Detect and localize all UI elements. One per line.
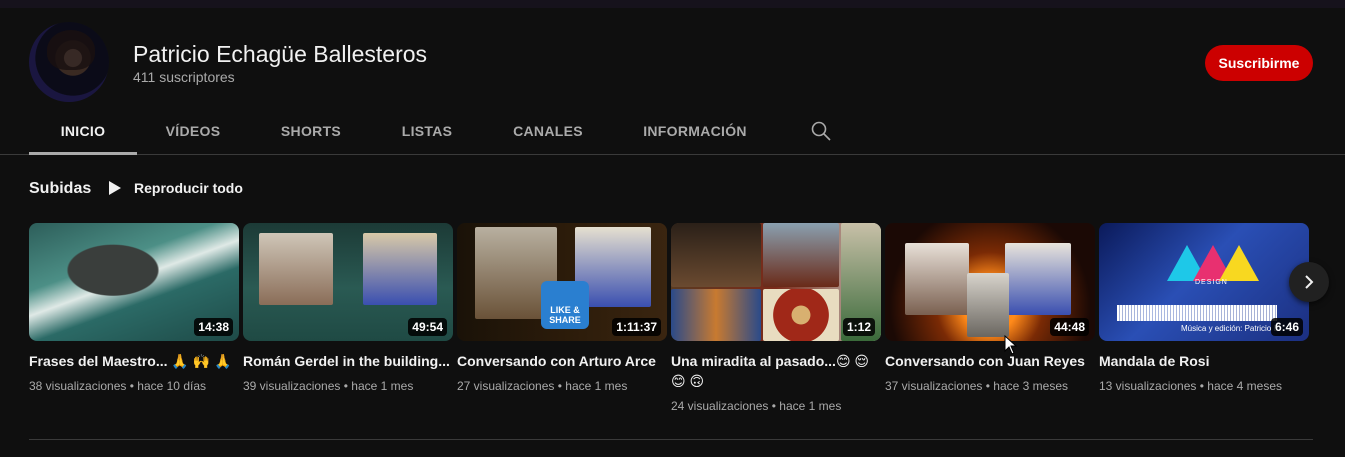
video-title[interactable]: Una miradita al pasado...😊 😌 😊 🙃	[671, 351, 881, 391]
video-age: hace 4 meses	[1207, 379, 1282, 393]
video-views: 38 visualizaciones	[29, 379, 127, 393]
video-views: 39 visualizaciones	[243, 379, 341, 393]
meta-separator: •	[343, 379, 348, 393]
thumbnail-caption: Música y edición: Patricio E	[1181, 324, 1279, 333]
video-card[interactable]: 1:12 Una miradita al pasado...😊 😌 😊 🙃 24…	[671, 223, 881, 415]
thumbnail-panel	[259, 233, 333, 305]
subscribe-button[interactable]: Suscribirme	[1205, 45, 1313, 81]
video-meta: 38 visualizaciones • hace 10 días	[29, 377, 239, 395]
thumbnail-panel	[763, 223, 839, 287]
meta-separator: •	[985, 379, 990, 393]
video-meta: 37 visualizaciones • hace 3 meses	[885, 377, 1095, 395]
like-share-badge: LIKE & SHARE	[541, 281, 589, 329]
thumbnail-panel	[671, 289, 761, 341]
thumbnail-panel	[905, 243, 969, 315]
top-strip	[0, 0, 1345, 8]
video-card[interactable]: LIKE & SHARE 1:11:37 Conversando con Art…	[457, 223, 667, 395]
search-icon[interactable]	[809, 119, 833, 143]
channel-header: Patricio Echagüe Ballesteros 411 suscrip…	[0, 8, 1345, 108]
channel-name: Patricio Echagüe Ballesteros	[133, 41, 428, 67]
tab-inicio[interactable]: INICIO	[29, 108, 137, 155]
tab-listas[interactable]: LISTAS	[391, 108, 463, 154]
channel-tabs: INICIO VÍDEOS SHORTS LISTAS CANALES INFO…	[0, 108, 1345, 155]
design-logo-text: DESIGN	[1195, 279, 1228, 286]
mouse-cursor-icon	[1004, 335, 1018, 355]
tab-informacion[interactable]: INFORMACIÓN	[632, 108, 758, 154]
video-views: 24 visualizaciones	[671, 399, 769, 413]
video-title[interactable]: Conversando con Arturo Arce	[457, 351, 667, 371]
video-meta: 27 visualizaciones • hace 1 mes	[457, 377, 667, 395]
video-age: hace 1 mes	[351, 379, 414, 393]
video-meta: 13 visualizaciones • hace 4 meses	[1099, 377, 1309, 395]
video-title[interactable]: Román Gerdel in the building...	[243, 351, 453, 371]
play-all-label: Reproducir todo	[134, 180, 243, 196]
video-duration: 1:12	[842, 318, 875, 336]
video-meta: 39 visualizaciones • hace 1 mes	[243, 377, 453, 395]
thumbnail-panel	[763, 289, 839, 341]
tab-videos[interactable]: VÍDEOS	[155, 108, 231, 154]
play-icon	[109, 181, 121, 195]
video-age: hace 1 mes	[779, 399, 842, 413]
video-views: 37 visualizaciones	[885, 379, 983, 393]
video-views: 13 visualizaciones	[1099, 379, 1197, 393]
video-title[interactable]: Conversando con Juan Reyes	[885, 351, 1095, 371]
video-duration: 14:38	[194, 318, 233, 336]
video-title[interactable]: Mandala de Rosi	[1099, 351, 1309, 371]
video-views: 27 visualizaciones	[457, 379, 555, 393]
meta-separator: •	[129, 379, 134, 393]
meta-separator: •	[771, 399, 776, 413]
section-title: Subidas	[29, 180, 92, 197]
video-age: hace 1 mes	[565, 379, 628, 393]
video-age: hace 3 meses	[993, 379, 1068, 393]
video-card[interactable]: 14:38 Frases del Maestro... 🙏 🙌 🙏 38 vis…	[29, 223, 239, 395]
video-card[interactable]: 49:54 Román Gerdel in the building... 39…	[243, 223, 453, 395]
meta-separator: •	[1199, 379, 1204, 393]
video-card[interactable]: 44:48 Conversando con Juan Reyes 37 visu…	[885, 223, 1095, 395]
video-thumbnail[interactable]: DESIGN Música y edición: Patricio E 6:46	[1099, 223, 1309, 341]
chevron-right-icon	[1305, 275, 1314, 289]
video-duration: 6:46	[1270, 318, 1303, 336]
video-thumbnail[interactable]: 44:48	[885, 223, 1095, 341]
section-divider	[29, 439, 1313, 440]
video-card[interactable]: DESIGN Música y edición: Patricio E 6:46…	[1099, 223, 1309, 395]
video-thumbnail[interactable]: LIKE & SHARE 1:11:37	[457, 223, 667, 341]
thumbnail-panel	[363, 233, 437, 305]
carousel-next-button[interactable]	[1289, 262, 1329, 302]
play-all-button[interactable]: Reproducir todo	[108, 180, 243, 196]
video-duration: 44:48	[1050, 318, 1089, 336]
meta-separator: •	[557, 379, 562, 393]
video-thumbnail[interactable]: 1:12	[671, 223, 881, 341]
video-title[interactable]: Frases del Maestro... 🙏 🙌 🙏	[29, 351, 239, 371]
tab-shorts[interactable]: SHORTS	[270, 108, 352, 154]
subscriber-count: 411 suscriptores	[133, 69, 235, 85]
thumbnail-panel	[1005, 243, 1071, 315]
channel-avatar[interactable]	[29, 22, 109, 102]
video-thumbnail[interactable]: 14:38	[29, 223, 239, 341]
tab-canales[interactable]: CANALES	[503, 108, 593, 154]
video-meta: 24 visualizaciones • hace 1 mes	[671, 397, 881, 415]
thumbnail-panel	[967, 273, 1009, 337]
video-duration: 1:11:37	[612, 318, 661, 336]
video-duration: 49:54	[408, 318, 447, 336]
audio-waveform	[1117, 305, 1277, 321]
video-age: hace 10 días	[137, 379, 206, 393]
video-thumbnail[interactable]: 49:54	[243, 223, 453, 341]
thumbnail-panel	[671, 223, 761, 287]
